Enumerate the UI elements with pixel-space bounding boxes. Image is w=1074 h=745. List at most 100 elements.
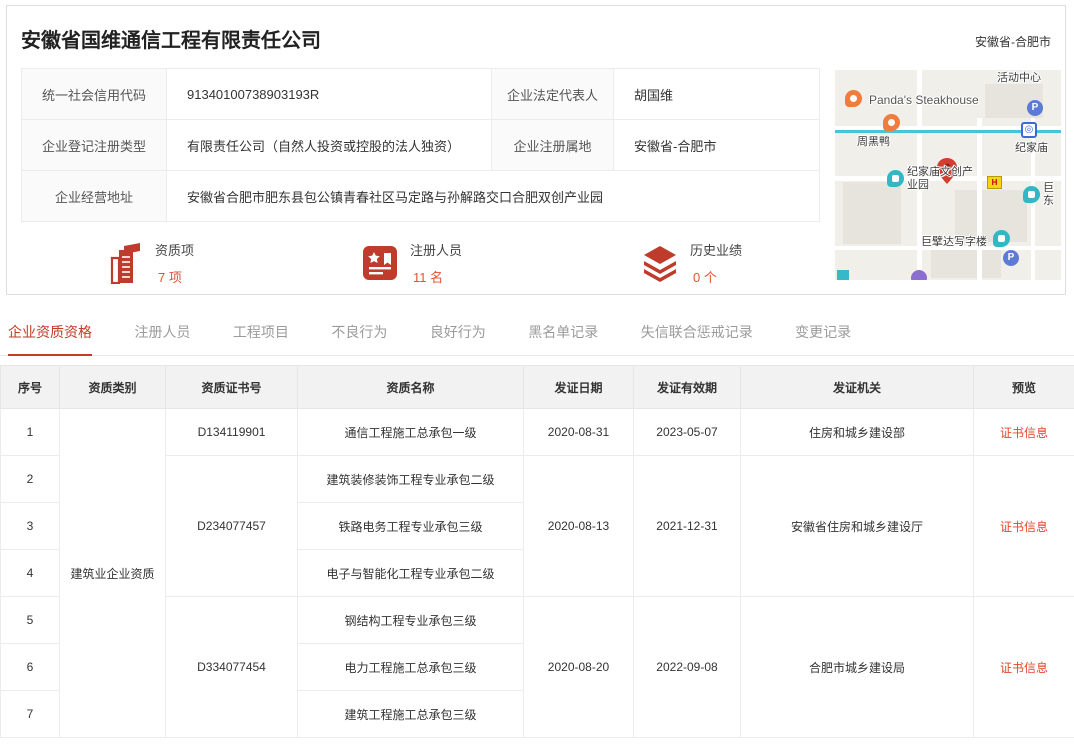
poi-icon-teal-square: [837, 270, 849, 280]
tab-registered-personnel[interactable]: 注册人员: [134, 310, 190, 354]
parking-icon: P: [1027, 100, 1043, 116]
company-summary-card: 安徽省国维通信工程有限责任公司 安徽省-合肥市 统一社会信用代码 9134010…: [6, 5, 1066, 295]
building-icon: [105, 241, 145, 285]
poi-label-industry-park: 纪家庙文创产业园: [907, 166, 979, 192]
seq-cell: 4: [1, 550, 60, 597]
stat-historical-performance-value: 0 个: [690, 267, 742, 286]
poi-label-right-edge: 巨东: [1043, 182, 1056, 208]
info-row-1: 统一社会信用代码 91340100738903193R 企业法定代表人 胡国维: [22, 69, 820, 120]
authority-cell: 安徽省住房和城乡建设厅: [741, 456, 974, 597]
certificate-icon: [360, 241, 400, 285]
stat-qualifications-value: 7 项: [155, 267, 194, 286]
info-row-2: 企业登记注册类型 有限责任公司（自然人投资或控股的法人独资） 企业注册属地 安徽…: [22, 120, 820, 171]
category-cell: 建筑业企业资质: [60, 409, 166, 738]
tab-enterprise-qualifications[interactable]: 企业资质资格: [8, 310, 92, 356]
tab-blacklist-records[interactable]: 黑名单记录: [528, 310, 598, 354]
stat-qualifications: 资质项 7 项: [105, 240, 194, 286]
registration-type-value: 有限责任公司（自然人投资或控股的法人独资）: [167, 120, 492, 171]
authority-cell: 住房和城乡建设部: [741, 409, 974, 456]
stat-historical-performance-label: 历史业绩: [690, 240, 742, 259]
business-address-value: 安徽省合肥市肥东县包公镇青春社区马定路与孙解路交口合肥双创产业园: [167, 171, 820, 222]
poi-label-activity-center: 活动中心: [997, 72, 1041, 85]
tab-engineering-projects[interactable]: 工程项目: [233, 310, 289, 354]
poi-label-jupoda-building: 巨擘达写字楼: [921, 236, 987, 249]
restaurant-pin-icon: [883, 114, 900, 131]
credit-code-value: 91340100738903193R: [167, 69, 492, 120]
page-title: 安徽省国维通信工程有限责任公司: [21, 24, 321, 53]
cert-info-link[interactable]: 证书信息: [1000, 661, 1048, 675]
cert-info-link[interactable]: 证书信息: [1000, 426, 1048, 440]
header-seq: 序号: [1, 366, 60, 409]
header-category: 资质类别: [60, 366, 166, 409]
credit-code-label: 统一社会信用代码: [22, 69, 167, 120]
layers-icon: [640, 241, 680, 285]
title-row: 安徽省国维通信工程有限责任公司 安徽省-合肥市: [21, 24, 1051, 53]
header-expiry-date: 发证有效期: [634, 366, 741, 409]
header-cert-no: 资质证书号: [166, 366, 298, 409]
tab-change-records[interactable]: 变更记录: [795, 310, 851, 354]
restaurant-pin-icon: [845, 90, 862, 107]
cert-info-link[interactable]: 证书信息: [1000, 520, 1048, 534]
poi-label-pandas-steakhouse: Panda's Steakhouse: [869, 94, 979, 107]
stat-registered-personnel-label: 注册人员: [410, 240, 462, 259]
map[interactable]: 活动中心 Panda's Steakhouse 周黑鸭 P ◎ 纪家庙 纪家庙文…: [835, 70, 1061, 280]
metro-station-icon: ◎: [1021, 122, 1037, 138]
building-pin-icon: [887, 170, 904, 187]
stat-registered-personnel: 注册人员 11 名: [360, 240, 462, 286]
qual-name-cell: 铁路电务工程专业承包三级: [298, 503, 524, 550]
map-block: [955, 190, 1027, 242]
registration-region-value: 安徽省-合肥市: [614, 120, 820, 171]
map-block: [843, 182, 901, 244]
poi-label-jijiamiao-station: 纪家庙: [1015, 142, 1048, 155]
poi-icon-purple: [911, 270, 927, 280]
seq-cell: 2: [1, 456, 60, 503]
issue-date-cell: 2020-08-31: [524, 409, 634, 456]
seq-cell: 6: [1, 644, 60, 691]
table-row: 1 建筑业企业资质 D134119901 通信工程施工总承包一级 2020-08…: [1, 409, 1074, 456]
seq-cell: 3: [1, 503, 60, 550]
cert-no-cell: D334077454: [166, 597, 298, 738]
expiry-date-cell: 2022-09-08: [634, 597, 741, 738]
legal-rep-value: 胡国维: [614, 69, 820, 120]
qual-name-cell: 通信工程施工总承包一级: [298, 409, 524, 456]
stat-registered-personnel-value: 11 名: [410, 267, 462, 286]
registration-type-label: 企业登记注册类型: [22, 120, 167, 171]
authority-cell: 合肥市城乡建设局: [741, 597, 974, 738]
map-block: [931, 250, 1001, 278]
business-address-label: 企业经营地址: [22, 171, 167, 222]
cert-no-cell: D134119901: [166, 409, 298, 456]
header-authority: 发证机关: [741, 366, 974, 409]
qual-name-cell: 建筑工程施工总承包三级: [298, 691, 524, 738]
map-road: [977, 118, 982, 280]
stat-historical-performance: 历史业绩 0 个: [640, 240, 742, 286]
header-issue-date: 发证日期: [524, 366, 634, 409]
seq-cell: 5: [1, 597, 60, 644]
registration-region-label: 企业注册属地: [492, 120, 614, 171]
qualification-table: 序号 资质类别 资质证书号 资质名称 发证日期 发证有效期 发证机关 预览 1 …: [0, 365, 1074, 738]
tab-bar: 企业资质资格 注册人员 工程项目 不良行为 良好行为 黑名单记录 失信联合惩戒记…: [0, 310, 1074, 356]
tab-dishonesty-records[interactable]: 失信联合惩戒记录: [641, 310, 753, 354]
parking-icon: P: [1003, 250, 1019, 266]
expiry-date-cell: 2023-05-07: [634, 409, 741, 456]
expiry-date-cell: 2021-12-31: [634, 456, 741, 597]
building-pin-icon: [993, 230, 1010, 247]
seq-cell: 7: [1, 691, 60, 738]
stat-qualifications-label: 资质项: [155, 240, 194, 259]
issue-date-cell: 2020-08-20: [524, 597, 634, 738]
qual-name-cell: 电力工程施工总承包三级: [298, 644, 524, 691]
poi-label-zhouheiya: 周黑鸭: [857, 136, 890, 149]
qual-name-cell: 电子与智能化工程专业承包二级: [298, 550, 524, 597]
legal-rep-label: 企业法定代表人: [492, 69, 614, 120]
header-qual-name: 资质名称: [298, 366, 524, 409]
company-info-table: 统一社会信用代码 91340100738903193R 企业法定代表人 胡国维 …: [21, 68, 820, 222]
seq-cell: 1: [1, 409, 60, 456]
table-header-row: 序号 资质类别 资质证书号 资质名称 发证日期 发证有效期 发证机关 预览: [1, 366, 1074, 409]
qual-name-cell: 建筑装修装饰工程专业承包二级: [298, 456, 524, 503]
tab-good-behavior[interactable]: 良好行为: [430, 310, 486, 354]
building-pin-icon: [1023, 186, 1040, 203]
hotel-icon: H: [987, 176, 1002, 189]
qual-name-cell: 钢结构工程专业承包三级: [298, 597, 524, 644]
issue-date-cell: 2020-08-13: [524, 456, 634, 597]
info-row-3: 企业经营地址 安徽省合肥市肥东县包公镇青春社区马定路与孙解路交口合肥双创产业园: [22, 171, 820, 222]
tab-bad-behavior[interactable]: 不良行为: [331, 310, 387, 354]
